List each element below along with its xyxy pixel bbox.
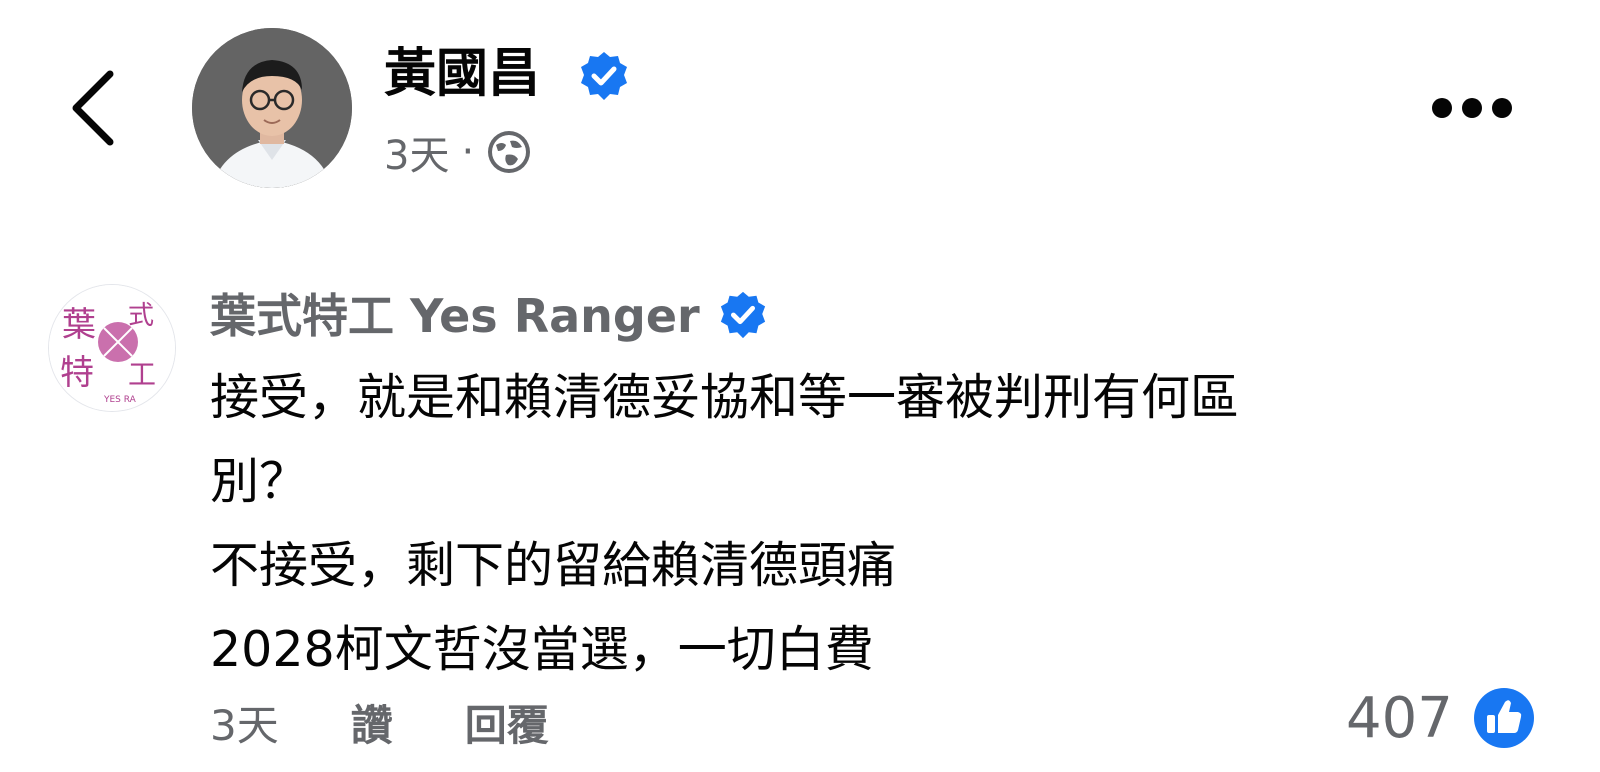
comment-line: 別？ [210, 453, 309, 510]
comment-line: 2028柯文哲沒當選，一切白費 [210, 621, 874, 678]
meta-separator: · [461, 129, 475, 175]
post-author-avatar[interactable] [192, 28, 352, 188]
post-author-name[interactable]: 黃國昌 [384, 36, 540, 112]
more-dot [1462, 98, 1482, 118]
comment-time[interactable]: 3天 [210, 692, 279, 753]
comment-body: 接受，就是和賴清德妥協和等一審被判刑有何區 別？ 不接受，剩下的留給賴清德頭痛 … [210, 356, 1490, 692]
commenter-avatar[interactable]: 葉 式 特 工 YES RA [48, 284, 176, 412]
more-dot [1432, 98, 1452, 118]
back-button[interactable] [66, 68, 122, 148]
like-button[interactable]: 讚 [351, 692, 393, 753]
avatar-glyph: 式 [128, 301, 154, 331]
reply-button[interactable]: 回覆 [465, 692, 549, 753]
more-options-button[interactable] [1432, 88, 1512, 128]
comment-line: 接受，就是和賴清德妥協和等一審被判刑有何區 [210, 369, 1240, 426]
chevron-left-icon [72, 70, 114, 146]
comment-line: 不接受，剩下的留給賴清德頭痛 [210, 537, 897, 594]
verified-badge-icon [718, 290, 768, 340]
verified-badge-icon [578, 50, 630, 102]
avatar-glyph: YES RA [103, 395, 137, 405]
avatar-glyph: 工 [128, 358, 156, 391]
post-time[interactable]: 3天 [384, 123, 449, 181]
like-thumb-icon[interactable] [1470, 684, 1538, 752]
reaction-count[interactable]: 407 [1346, 686, 1453, 751]
avatar-glyph: 特 [60, 353, 94, 393]
globe-icon [484, 127, 534, 177]
avatar-glyph: 葉 [62, 305, 96, 345]
comment-footer: 3天 讚 回覆 [210, 690, 549, 754]
post-meta: 3天 · [384, 124, 534, 180]
more-dot [1492, 98, 1512, 118]
commenter-name[interactable]: 葉式特工 Yes Ranger [210, 284, 700, 348]
